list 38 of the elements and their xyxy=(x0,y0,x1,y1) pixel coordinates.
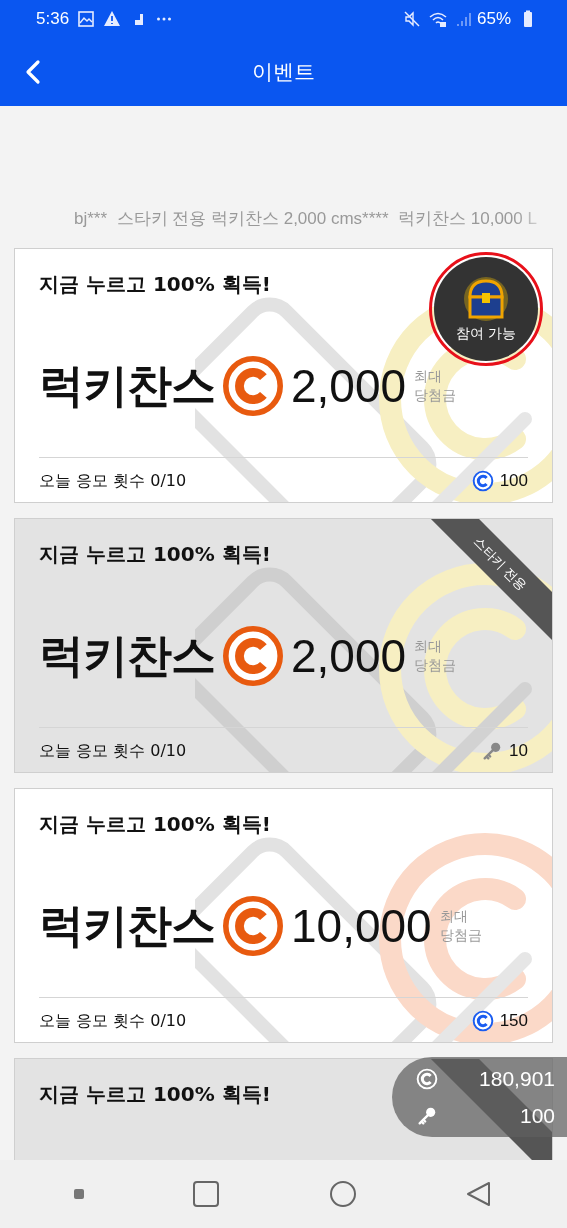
prize-amount: 2,000 xyxy=(291,629,407,683)
card-title: 지금 누르고 100% 획득! xyxy=(39,812,271,836)
prize-amount: 2,000 xyxy=(291,359,407,413)
coin-icon xyxy=(471,470,494,492)
event-name: 럭키찬스 xyxy=(39,358,215,414)
more-icon xyxy=(157,17,172,21)
card-title: 지금 누르고 100% 획득! xyxy=(39,272,271,296)
entry-cost: 100 xyxy=(499,471,528,491)
wallet-panel[interactable]: 180,901 100 xyxy=(392,1057,567,1137)
event-name: 럭키찬스 xyxy=(39,898,215,954)
status-time: 5:36 xyxy=(36,9,70,29)
entry-count: 오늘 응모 횟수 0/10 xyxy=(39,470,187,492)
recent-apps-icon[interactable] xyxy=(191,1179,222,1209)
entry-count: 오늘 응모 횟수 0/10 xyxy=(39,1010,187,1032)
entry-cost: 150 xyxy=(499,1011,528,1031)
coin-icon xyxy=(221,894,285,958)
prize-amount: 10,000 xyxy=(291,899,432,953)
warning-icon xyxy=(103,10,122,28)
home-icon[interactable] xyxy=(327,1179,358,1209)
coin-icon xyxy=(221,354,285,418)
image-icon xyxy=(77,10,96,28)
screen-title: 이벤트 xyxy=(252,60,315,84)
key-balance: 100 xyxy=(518,1103,555,1128)
coin-icon xyxy=(416,1067,438,1090)
card-title: 지금 누르고 100% 획득! xyxy=(39,1082,271,1106)
entry-cost: 10 xyxy=(509,741,528,761)
coin-icon xyxy=(221,624,285,688)
prize-label: 최대 당첨금 xyxy=(439,907,483,945)
card-title: 지금 누르고 100% 획득! xyxy=(39,542,271,566)
event-name: 럭키찬스 xyxy=(39,628,215,684)
coin-icon xyxy=(471,1010,494,1032)
prize-label: 최대 당첨금 xyxy=(414,637,458,675)
mute-icon xyxy=(402,10,421,28)
signal-icon xyxy=(454,10,473,28)
coin-balance: 180,901 xyxy=(478,1066,555,1091)
battery-percent: 65% xyxy=(476,9,511,29)
entry-count: 오늘 응모 횟수 0/10 xyxy=(39,740,187,762)
wifi-icon xyxy=(428,10,447,28)
